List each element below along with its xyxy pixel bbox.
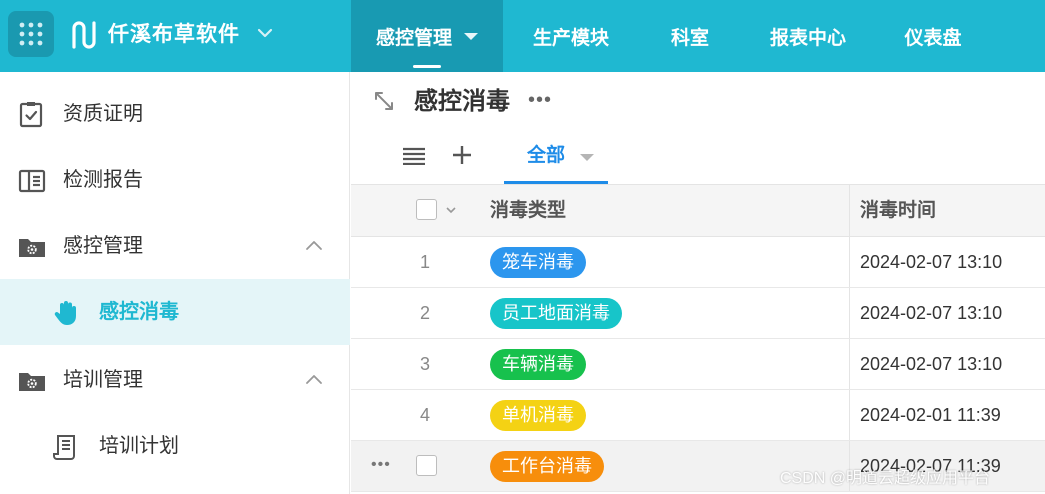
clipboard-check-icon [19, 102, 43, 128]
sidebar: 资质证明 检测报告 感控管理 感控消毒 培训管理 培训计划 [0, 72, 350, 494]
sidebar-item-label: 检测报告 [63, 169, 143, 191]
row-select-checkbox[interactable] [416, 455, 437, 476]
sidebar-item-label: 培训计划 [99, 435, 179, 457]
caret-down-icon[interactable] [580, 154, 594, 161]
table-header: 消毒类型 消毒时间 [351, 185, 1045, 237]
records-table: 消毒类型 消毒时间 1 笼车消毒 2024-02-07 13:10 2 员工地面… [351, 184, 1045, 492]
table-row[interactable]: 3 车辆消毒 2024-02-07 13:10 [351, 339, 1045, 390]
nav-tab-label: 感控管理 [375, 27, 452, 49]
table-row[interactable]: 2 员工地面消毒 2024-02-07 13:10 [351, 288, 1045, 339]
nav-tab-reports[interactable]: 报表中心 [741, 0, 875, 72]
nav-tab-label: 生产模块 [532, 27, 609, 49]
folder-gear-icon [19, 239, 45, 257]
plus-icon[interactable] [452, 145, 472, 165]
nav-tab-label: 报表中心 [769, 27, 846, 49]
sidebar-item-qualification[interactable]: 资质证明 [0, 81, 350, 147]
row-number: 2 [419, 303, 430, 323]
chevron-down-icon[interactable] [445, 206, 457, 214]
sidebar-item-label: 感控管理 [63, 235, 143, 257]
disinfection-type-tag: 员工地面消毒 [490, 298, 622, 329]
column-divider [849, 288, 850, 338]
column-divider [849, 339, 850, 389]
column-divider [849, 390, 850, 440]
disinfection-time: 2024-02-01 11:39 [860, 405, 1001, 425]
column-header-type[interactable]: 消毒类型 [490, 185, 566, 237]
nav-tab-production[interactable]: 生产模块 [503, 0, 639, 72]
chevron-down-icon[interactable] [257, 27, 273, 39]
nav-tab-infection-control[interactable]: 感控管理 [351, 0, 503, 72]
folder-gear-icon [19, 373, 45, 391]
disinfection-time: 2024-02-07 13:10 [860, 252, 1003, 272]
chevron-up-icon[interactable] [304, 238, 324, 252]
main-nav: 感控管理 生产模块 科室 报表中心 仪表盘 [351, 0, 991, 72]
nav-tab-department[interactable]: 科室 [639, 0, 741, 72]
table-row[interactable]: 1 笼车消毒 2024-02-07 13:10 [351, 237, 1045, 288]
app-launcher-button[interactable] [8, 11, 54, 57]
grid-dots-icon [19, 22, 43, 46]
sidebar-group-training[interactable]: 培训管理 [0, 347, 350, 413]
sidebar-item-label: 感控消毒 [99, 301, 179, 323]
report-panel-icon [18, 169, 46, 193]
disinfection-type-tag: 单机消毒 [490, 400, 586, 431]
select-all-checkbox[interactable] [416, 199, 437, 220]
disinfection-time: 2024-02-07 13:10 [860, 303, 1003, 323]
sidebar-item-label: 资质证明 [63, 103, 143, 125]
main-content: 感控消毒 ••• 全部 消毒类型 消毒时间 1 笼车消毒 2024-02-07 … [351, 72, 1045, 494]
caret-down-icon[interactable] [464, 32, 478, 40]
chevron-up-icon[interactable] [304, 372, 324, 386]
disinfection-type-tag: 车辆消毒 [490, 349, 586, 380]
disinfection-time: 2024-02-07 13:10 [860, 354, 1003, 374]
app-logo-icon [72, 21, 96, 49]
nav-tab-label: 科室 [670, 27, 709, 49]
disinfection-type-tag: 笼车消毒 [490, 247, 586, 278]
list-menu-icon[interactable] [403, 147, 425, 165]
row-number: 1 [419, 252, 430, 272]
sidebar-item-disinfection[interactable]: 感控消毒 [0, 279, 350, 345]
expand-arrows-icon[interactable] [373, 90, 395, 112]
hand-icon [54, 301, 76, 325]
more-options-icon[interactable]: ••• [528, 90, 552, 110]
top-navigation-bar: 仟溪布草软件 感控管理 生产模块 科室 报表中心 仪表盘 [0, 0, 1045, 72]
nav-tab-dashboard[interactable]: 仪表盘 [875, 0, 991, 72]
sidebar-item-training-plan[interactable]: 培训计划 [0, 413, 350, 479]
row-number: 4 [419, 405, 430, 425]
row-number: 3 [419, 354, 430, 374]
page-title: 感控消毒 [414, 88, 510, 115]
column-header-time[interactable]: 消毒时间 [860, 185, 936, 237]
column-divider [849, 237, 850, 287]
app-name[interactable]: 仟溪布草软件 [108, 20, 240, 50]
column-divider [849, 185, 850, 236]
table-row[interactable]: 4 单机消毒 2024-02-01 11:39 [351, 390, 1045, 441]
sidebar-item-test-report[interactable]: 检测报告 [0, 147, 350, 213]
disinfection-type-tag: 工作台消毒 [490, 451, 604, 482]
active-tab-indicator [413, 65, 441, 68]
view-tab-label: 全部 [527, 145, 566, 166]
row-more-options-icon[interactable]: ••• [371, 455, 391, 475]
sidebar-item-label: 培训管理 [63, 369, 143, 391]
view-tab-all[interactable]: 全部 [504, 134, 608, 184]
sidebar-group-infection-control[interactable]: 感控管理 [0, 213, 350, 279]
nav-tab-label: 仪表盘 [904, 27, 962, 49]
scroll-document-icon [53, 435, 75, 460]
watermark: CSDN @明道云超级应用平台 [780, 470, 991, 487]
